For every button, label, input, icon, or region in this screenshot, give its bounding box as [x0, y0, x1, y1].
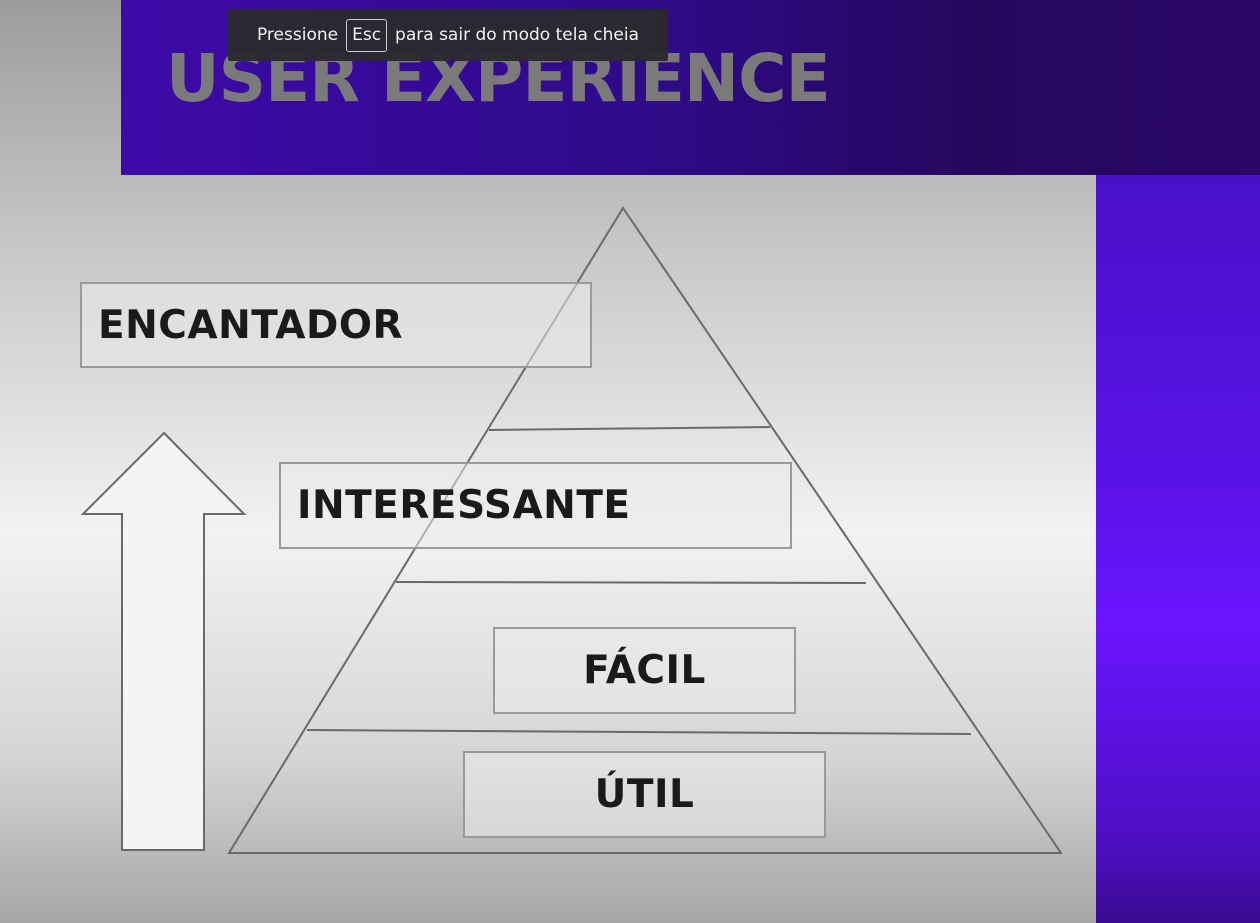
up-arrow-icon	[80, 431, 247, 851]
fullscreen-notice-prefix: Pressione	[256, 25, 339, 45]
fullscreen-exit-notice: Pressione Esc para sair do modo tela che…	[228, 9, 668, 61]
level-util: ÚTIL	[463, 751, 826, 838]
level-encantador-label: ENCANTADOR	[98, 302, 404, 348]
pyramid-divider-middle	[395, 581, 867, 584]
level-facil: FÁCIL	[493, 627, 796, 714]
level-interessante: INTERESSANTE	[279, 462, 792, 549]
level-util-label: ÚTIL	[594, 772, 695, 817]
pyramid-divider-top	[488, 426, 771, 431]
video-frame: USER EXPERIENCE ENCANTADOR INTERESSANTE …	[0, 0, 1260, 923]
pyramid-divider-bottom	[306, 729, 972, 735]
level-interessante-label: INTERESSANTE	[297, 483, 631, 528]
level-facil-label: FÁCIL	[583, 648, 706, 693]
esc-key-badge: Esc	[346, 18, 388, 52]
fullscreen-notice-suffix: para sair do modo tela cheia	[395, 25, 639, 45]
level-encantador: ENCANTADOR	[80, 282, 592, 368]
